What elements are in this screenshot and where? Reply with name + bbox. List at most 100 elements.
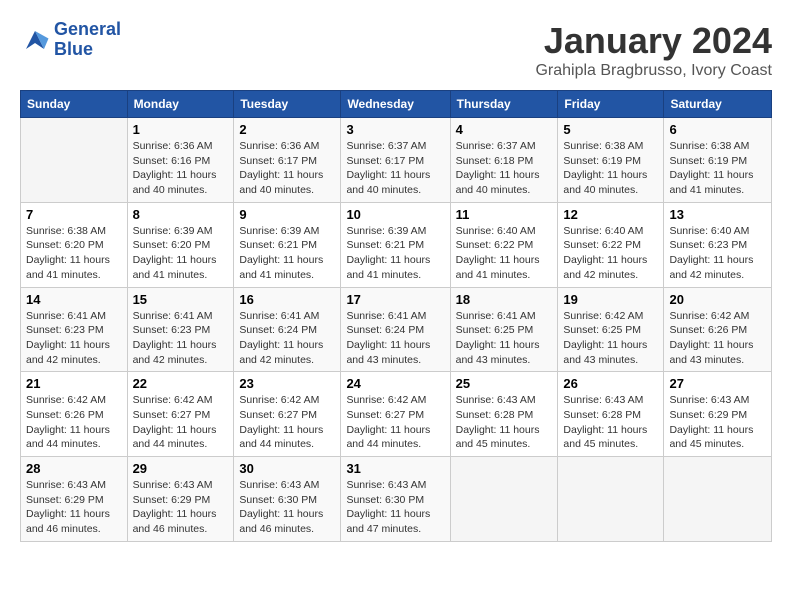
calendar-cell: 14Sunrise: 6:41 AMSunset: 6:23 PMDayligh… [21, 287, 128, 372]
calendar-cell: 9 Sunrise: 6:39 AMSunset: 6:21 PMDaylight… [234, 202, 341, 287]
page-header: General Blue January 2024 Grahipla Bragb… [20, 20, 772, 80]
day-number: 22 [133, 376, 229, 391]
calendar-cell: 23 Sunrise: 6:42 AMSunset: 6:27 PMDayligh… [234, 372, 341, 457]
day-number: 24 [346, 376, 444, 391]
calendar-header-row: SundayMondayTuesdayWednesdayThursdayFrid… [21, 91, 772, 118]
calendar-cell: 12 Sunrise: 6:40 AMSunset: 6:22 PMDayligh… [558, 202, 664, 287]
weekday-header: Thursday [450, 91, 558, 118]
weekday-header: Tuesday [234, 91, 341, 118]
day-number: 1 [133, 122, 229, 137]
calendar-cell: 6 Sunrise: 6:38 AMSunset: 6:19 PMDaylight… [664, 118, 772, 203]
calendar-cell: 24 Sunrise: 6:42 AMSunset: 6:27 PMDayligh… [341, 372, 450, 457]
day-info: Sunrise: 6:42 AMSunset: 6:26 PMDaylight:… [26, 393, 122, 452]
day-info: Sunrise: 6:43 AMSunset: 6:28 PMDaylight:… [456, 393, 553, 452]
day-info: Sunrise: 6:39 AMSunset: 6:20 PMDaylight:… [133, 224, 229, 283]
day-number: 18 [456, 292, 553, 307]
calendar-cell: 8 Sunrise: 6:39 AMSunset: 6:20 PMDaylight… [127, 202, 234, 287]
day-info: Sunrise: 6:36 AMSunset: 6:16 PMDaylight:… [133, 139, 229, 198]
calendar-cell: 31Sunrise: 6:43 AMSunset: 6:30 PMDayligh… [341, 457, 450, 542]
day-number: 17 [346, 292, 444, 307]
day-info: Sunrise: 6:39 AMSunset: 6:21 PMDaylight:… [239, 224, 335, 283]
calendar-cell: 11 Sunrise: 6:40 AMSunset: 6:22 PMDayligh… [450, 202, 558, 287]
calendar-cell: 7Sunrise: 6:38 AMSunset: 6:20 PMDaylight… [21, 202, 128, 287]
weekday-header: Friday [558, 91, 664, 118]
weekday-header: Sunday [21, 91, 128, 118]
calendar-cell: 21 Sunrise: 6:42 AMSunset: 6:26 PMDayligh… [21, 372, 128, 457]
day-number: 5 [563, 122, 658, 137]
weekday-header: Saturday [664, 91, 772, 118]
day-info: Sunrise: 6:40 AMSunset: 6:23 PMDaylight:… [669, 224, 766, 283]
calendar-cell: 26 Sunrise: 6:43 AMSunset: 6:28 PMDayligh… [558, 372, 664, 457]
day-info: Sunrise: 6:42 AMSunset: 6:25 PMDaylight:… [563, 309, 658, 368]
day-number: 15 [133, 292, 229, 307]
calendar-cell: 2 Sunrise: 6:36 AMSunset: 6:17 PMDaylight… [234, 118, 341, 203]
day-number: 23 [239, 376, 335, 391]
calendar-cell: 10 Sunrise: 6:39 AMSunset: 6:21 PMDayligh… [341, 202, 450, 287]
day-info: Sunrise: 6:42 AMSunset: 6:27 PMDaylight:… [239, 393, 335, 452]
day-info: Sunrise: 6:43 AMSunset: 6:29 PMDaylight:… [669, 393, 766, 452]
day-number: 13 [669, 207, 766, 222]
day-info: Sunrise: 6:39 AMSunset: 6:21 PMDaylight:… [346, 224, 444, 283]
calendar-cell: 15 Sunrise: 6:41 AMSunset: 6:23 PMDayligh… [127, 287, 234, 372]
day-number: 20 [669, 292, 766, 307]
calendar-cell: 25Sunrise: 6:43 AMSunset: 6:28 PMDayligh… [450, 372, 558, 457]
calendar-cell: 5Sunrise: 6:38 AMSunset: 6:19 PMDaylight… [558, 118, 664, 203]
calendar-cell: 27Sunrise: 6:43 AMSunset: 6:29 PMDayligh… [664, 372, 772, 457]
day-info: Sunrise: 6:37 AMSunset: 6:18 PMDaylight:… [456, 139, 553, 198]
weekday-header: Monday [127, 91, 234, 118]
day-info: Sunrise: 6:41 AMSunset: 6:24 PMDaylight:… [239, 309, 335, 368]
calendar-cell: 4 Sunrise: 6:37 AMSunset: 6:18 PMDaylight… [450, 118, 558, 203]
day-info: Sunrise: 6:43 AMSunset: 6:28 PMDaylight:… [563, 393, 658, 452]
day-number: 19 [563, 292, 658, 307]
day-info: Sunrise: 6:42 AMSunset: 6:26 PMDaylight:… [669, 309, 766, 368]
day-info: Sunrise: 6:40 AMSunset: 6:22 PMDaylight:… [563, 224, 658, 283]
day-info: Sunrise: 6:41 AMSunset: 6:23 PMDaylight:… [133, 309, 229, 368]
day-info: Sunrise: 6:41 AMSunset: 6:25 PMDaylight:… [456, 309, 553, 368]
calendar-cell: 22 Sunrise: 6:42 AMSunset: 6:27 PMDayligh… [127, 372, 234, 457]
calendar-cell: 29Sunrise: 6:43 AMSunset: 6:29 PMDayligh… [127, 457, 234, 542]
calendar-week-row: 14Sunrise: 6:41 AMSunset: 6:23 PMDayligh… [21, 287, 772, 372]
day-number: 10 [346, 207, 444, 222]
calendar-cell: 17 Sunrise: 6:41 AMSunset: 6:24 PMDayligh… [341, 287, 450, 372]
month-title: January 2024 [535, 20, 772, 62]
day-info: Sunrise: 6:42 AMSunset: 6:27 PMDaylight:… [346, 393, 444, 452]
day-number: 2 [239, 122, 335, 137]
weekday-header: Wednesday [341, 91, 450, 118]
day-info: Sunrise: 6:43 AMSunset: 6:30 PMDaylight:… [239, 478, 335, 537]
logo: General Blue [20, 20, 121, 60]
logo-line2: Blue [54, 40, 121, 60]
day-number: 11 [456, 207, 553, 222]
day-number: 7 [26, 207, 122, 222]
day-number: 16 [239, 292, 335, 307]
logo-text: General Blue [54, 20, 121, 60]
day-info: Sunrise: 6:40 AMSunset: 6:22 PMDaylight:… [456, 224, 553, 283]
day-number: 26 [563, 376, 658, 391]
calendar-cell: 20 Sunrise: 6:42 AMSunset: 6:26 PMDayligh… [664, 287, 772, 372]
day-number: 3 [346, 122, 444, 137]
day-number: 21 [26, 376, 122, 391]
day-info: Sunrise: 6:36 AMSunset: 6:17 PMDaylight:… [239, 139, 335, 198]
day-info: Sunrise: 6:38 AMSunset: 6:19 PMDaylight:… [669, 139, 766, 198]
day-info: Sunrise: 6:42 AMSunset: 6:27 PMDaylight:… [133, 393, 229, 452]
logo-icon [20, 25, 50, 55]
calendar-cell: 3 Sunrise: 6:37 AMSunset: 6:17 PMDaylight… [341, 118, 450, 203]
day-number: 12 [563, 207, 658, 222]
calendar-week-row: 28Sunrise: 6:43 AMSunset: 6:29 PMDayligh… [21, 457, 772, 542]
day-number: 9 [239, 207, 335, 222]
calendar-cell: 16 Sunrise: 6:41 AMSunset: 6:24 PMDayligh… [234, 287, 341, 372]
calendar-cell: 30Sunrise: 6:43 AMSunset: 6:30 PMDayligh… [234, 457, 341, 542]
day-number: 6 [669, 122, 766, 137]
day-info: Sunrise: 6:37 AMSunset: 6:17 PMDaylight:… [346, 139, 444, 198]
calendar-cell [664, 457, 772, 542]
calendar-cell [558, 457, 664, 542]
calendar-cell: 19 Sunrise: 6:42 AMSunset: 6:25 PMDayligh… [558, 287, 664, 372]
calendar-week-row: 7Sunrise: 6:38 AMSunset: 6:20 PMDaylight… [21, 202, 772, 287]
day-info: Sunrise: 6:41 AMSunset: 6:24 PMDaylight:… [346, 309, 444, 368]
calendar-week-row: 1 Sunrise: 6:36 AMSunset: 6:16 PMDaylight… [21, 118, 772, 203]
calendar-cell: 13 Sunrise: 6:40 AMSunset: 6:23 PMDayligh… [664, 202, 772, 287]
day-number: 4 [456, 122, 553, 137]
day-number: 8 [133, 207, 229, 222]
logo-line1: General [54, 20, 121, 40]
location-subtitle: Grahipla Bragbrusso, Ivory Coast [535, 62, 772, 80]
day-number: 29 [133, 461, 229, 476]
